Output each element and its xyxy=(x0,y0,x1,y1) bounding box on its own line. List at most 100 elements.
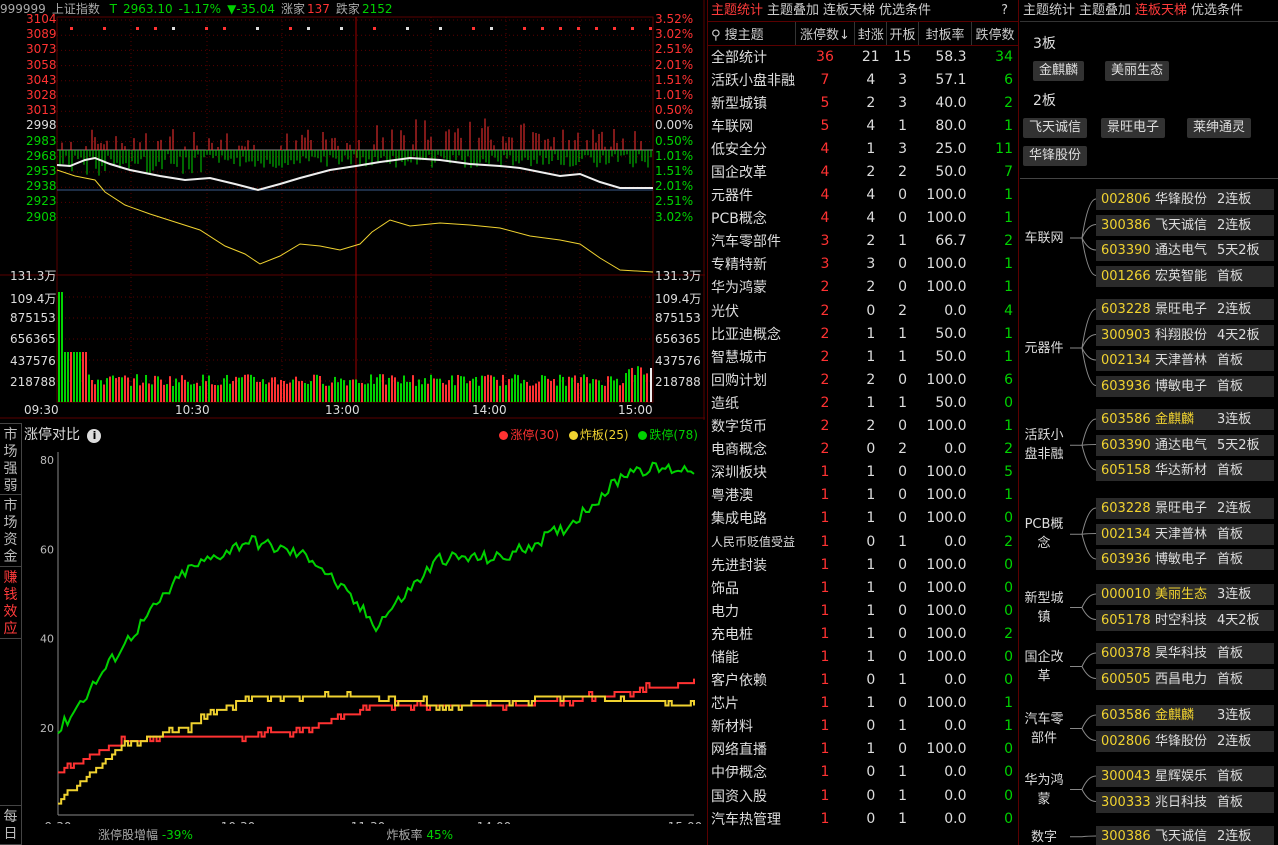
intraday-chart[interactable] xyxy=(0,0,705,420)
table-row[interactable]: 先进封装 1 1 0 100.0 0 xyxy=(708,553,1018,576)
theme-name[interactable]: 储能 xyxy=(708,645,795,668)
ladder-stock-row[interactable]: 603586 金麒麟 3连板 xyxy=(1096,409,1274,430)
table-row[interactable]: 低安全分 4 1 3 25.0 11 xyxy=(708,137,1018,160)
table-row[interactable]: 数字货币 2 2 0 100.0 1 xyxy=(708,415,1018,438)
tab-daily[interactable]: 每日 xyxy=(0,805,21,845)
table-row[interactable]: 饰品 1 1 0 100.0 0 xyxy=(708,576,1018,599)
table-row[interactable]: 人民币贬值受益 1 0 1 0.0 2 xyxy=(708,530,1018,553)
ladder-stock-row[interactable]: 000010 美丽生态 3连板 xyxy=(1096,584,1274,605)
table-row[interactable]: 深圳板块 1 1 0 100.0 5 xyxy=(708,461,1018,484)
theme-name[interactable]: 深圳板块 xyxy=(708,461,795,484)
table-row[interactable]: 车联网 5 4 1 80.0 1 xyxy=(708,114,1018,137)
theme-name[interactable]: 数字货币 xyxy=(708,415,795,438)
theme-name[interactable]: 智慧城市 xyxy=(708,345,795,368)
table-row[interactable]: 回购计划 2 2 0 100.0 6 xyxy=(708,368,1018,391)
search-theme-header[interactable]: ⚲ 搜主题 xyxy=(708,22,796,46)
theme-name[interactable]: 芯片 xyxy=(708,692,795,715)
table-row[interactable]: PCB概念 4 4 0 100.0 1 xyxy=(708,207,1018,230)
tab-theme-overlay[interactable]: 主题叠加 xyxy=(767,3,819,18)
theme-name[interactable]: 粤港澳 xyxy=(708,484,795,507)
theme-name[interactable]: 人民币贬值受益 xyxy=(708,530,795,553)
theme-name[interactable]: 低安全分 xyxy=(708,137,795,160)
col-limit-up[interactable]: 涨停数↓ xyxy=(795,22,856,46)
col-seal-rate[interactable]: 封板率 xyxy=(918,22,973,46)
legend-limit-up[interactable]: 涨停(30) xyxy=(493,428,559,442)
table-row[interactable]: 网络直播 1 1 0 100.0 0 xyxy=(708,738,1018,761)
ladder-stock-row[interactable]: 603936 博敏电子 首板 xyxy=(1096,549,1274,570)
theme-name[interactable]: 饰品 xyxy=(708,576,795,599)
table-row[interactable]: 充电桩 1 1 0 100.0 2 xyxy=(708,622,1018,645)
theme-name[interactable]: 造纸 xyxy=(708,391,795,414)
table-row[interactable]: 国资入股 1 0 1 0.0 0 xyxy=(708,784,1018,807)
legend-broken[interactable]: 炸板(25) xyxy=(563,428,629,442)
ladder-stock-row[interactable]: 002134 天津普林 首板 xyxy=(1096,350,1274,371)
theme-name[interactable]: 活跃小盘非融 xyxy=(708,68,795,91)
theme-name[interactable]: 网络直播 xyxy=(708,738,795,761)
theme-group-name[interactable]: 元器件 xyxy=(1020,339,1068,358)
tab-market-funds[interactable]: 市场资金 xyxy=(0,495,21,567)
theme-name[interactable]: 元器件 xyxy=(708,184,795,207)
tab-limit-ladder[interactable]: 连板天梯 xyxy=(823,3,875,18)
ladder-stock-row[interactable]: 605158 华达新材 首板 xyxy=(1096,460,1274,481)
theme-group-name[interactable]: 活跃小盘非融 xyxy=(1022,426,1066,464)
theme-name[interactable]: 新型城镇 xyxy=(708,91,795,114)
table-row[interactable]: 活跃小盘非融 7 4 3 57.1 6 xyxy=(708,68,1018,91)
ladder-stock-row[interactable]: 300386 飞天诚信 2连板 xyxy=(1096,826,1274,845)
table-row[interactable]: 芯片 1 1 0 100.0 1 xyxy=(708,692,1018,715)
tab-filter[interactable]: 优选条件 xyxy=(879,3,931,18)
table-row[interactable]: 智慧城市 2 1 1 50.0 1 xyxy=(708,345,1018,368)
theme-group-name[interactable]: 国企改革 xyxy=(1022,648,1066,686)
tab-theme-stats[interactable]: 主题统计 xyxy=(711,3,763,18)
theme-name[interactable]: PCB概念 xyxy=(708,207,795,230)
theme-group-name[interactable]: 车联网 xyxy=(1020,229,1068,248)
help-icon[interactable]: ? xyxy=(1001,0,1008,22)
theme-name[interactable]: 新材料 xyxy=(708,715,795,738)
theme-name[interactable]: 客户依赖 xyxy=(708,669,795,692)
theme-group-name[interactable]: 汽车零部件 xyxy=(1022,710,1066,748)
theme-group-name[interactable]: PCB概念 xyxy=(1022,515,1066,553)
table-row[interactable]: 华为鸿蒙 2 2 0 100.0 1 xyxy=(708,276,1018,299)
theme-name[interactable]: 先进封装 xyxy=(708,553,795,576)
table-row[interactable]: 粤港澳 1 1 0 100.0 1 xyxy=(708,484,1018,507)
ladder-stock-row[interactable]: 300386 飞天诚信 2连板 xyxy=(1096,214,1274,236)
ladder-stock-row[interactable]: 603390 通达电气 5天2板 xyxy=(1096,434,1274,456)
theme-name[interactable]: 专精特新 xyxy=(708,253,795,276)
tab-profit-effect[interactable]: 赚钱效应 xyxy=(0,567,21,639)
tab-market-strength[interactable]: 市场强弱 xyxy=(0,423,21,495)
table-row[interactable]: 汽车零部件 3 2 1 66.7 2 xyxy=(708,230,1018,253)
theme-name[interactable]: 比亚迪概念 xyxy=(708,322,795,345)
table-row[interactable]: 新材料 1 0 1 0.0 1 xyxy=(708,715,1018,738)
theme-name[interactable]: 车联网 xyxy=(708,114,795,137)
table-row[interactable]: 元器件 4 4 0 100.0 1 xyxy=(708,184,1018,207)
theme-name[interactable]: 充电桩 xyxy=(708,622,795,645)
theme-group-name[interactable]: 新型城镇 xyxy=(1022,589,1066,627)
col-sealed[interactable]: 封涨 xyxy=(854,22,888,46)
theme-name[interactable]: 国企改革 xyxy=(708,160,795,183)
theme-name[interactable]: 汽车零部件 xyxy=(708,230,795,253)
theme-name[interactable]: 集成电路 xyxy=(708,507,795,530)
table-row[interactable]: 专精特新 3 3 0 100.0 1 xyxy=(708,253,1018,276)
theme-name[interactable]: 光伏 xyxy=(708,299,795,322)
info-icon[interactable]: i xyxy=(87,429,102,443)
theme-name[interactable]: 回购计划 xyxy=(708,368,795,391)
ladder-stock-row[interactable]: 603936 博敏电子 首板 xyxy=(1096,375,1274,397)
ladder-stock-row[interactable]: 002134 天津普林 首板 xyxy=(1096,523,1274,545)
theme-name[interactable]: 电商概念 xyxy=(708,438,795,461)
table-row[interactable]: 造纸 2 1 1 50.0 0 xyxy=(708,391,1018,414)
limit-compare-chart[interactable]: 80 60 40 20 9:30 10:30 11:30 14:00 15:00 xyxy=(22,442,705,824)
col-opened[interactable]: 开板 xyxy=(886,22,919,46)
ladder-stock-row[interactable]: 001266 宏英智能 首板 xyxy=(1096,265,1274,287)
ladder-stock-row[interactable]: 300903 科翔股份 4天2板 xyxy=(1096,324,1274,346)
col-limit-down[interactable]: 跌停数 xyxy=(971,22,1018,46)
table-row[interactable]: 国企改革 4 2 2 50.0 7 xyxy=(708,160,1018,183)
table-row[interactable]: 电商概念 2 0 2 0.0 2 xyxy=(708,438,1018,461)
theme-name[interactable]: 电力 xyxy=(708,599,795,622)
table-row[interactable]: 中伊概念 1 0 1 0.0 0 xyxy=(708,761,1018,784)
ladder-stock-row[interactable]: 002806 华锋股份 2连板 xyxy=(1096,189,1274,210)
ladder-stock-row[interactable]: 002806 华锋股份 2连板 xyxy=(1096,730,1274,752)
ladder-stock-row[interactable]: 603586 金麒麟 3连板 xyxy=(1096,705,1274,726)
theme-name[interactable]: 全部统计 xyxy=(708,45,795,68)
ladder-stock-row[interactable]: 603228 景旺电子 2连板 xyxy=(1096,299,1274,320)
table-row[interactable]: 全部统计 36 21 15 58.3 34 xyxy=(708,45,1018,68)
theme-name[interactable]: 汽车热管理 xyxy=(708,807,795,830)
